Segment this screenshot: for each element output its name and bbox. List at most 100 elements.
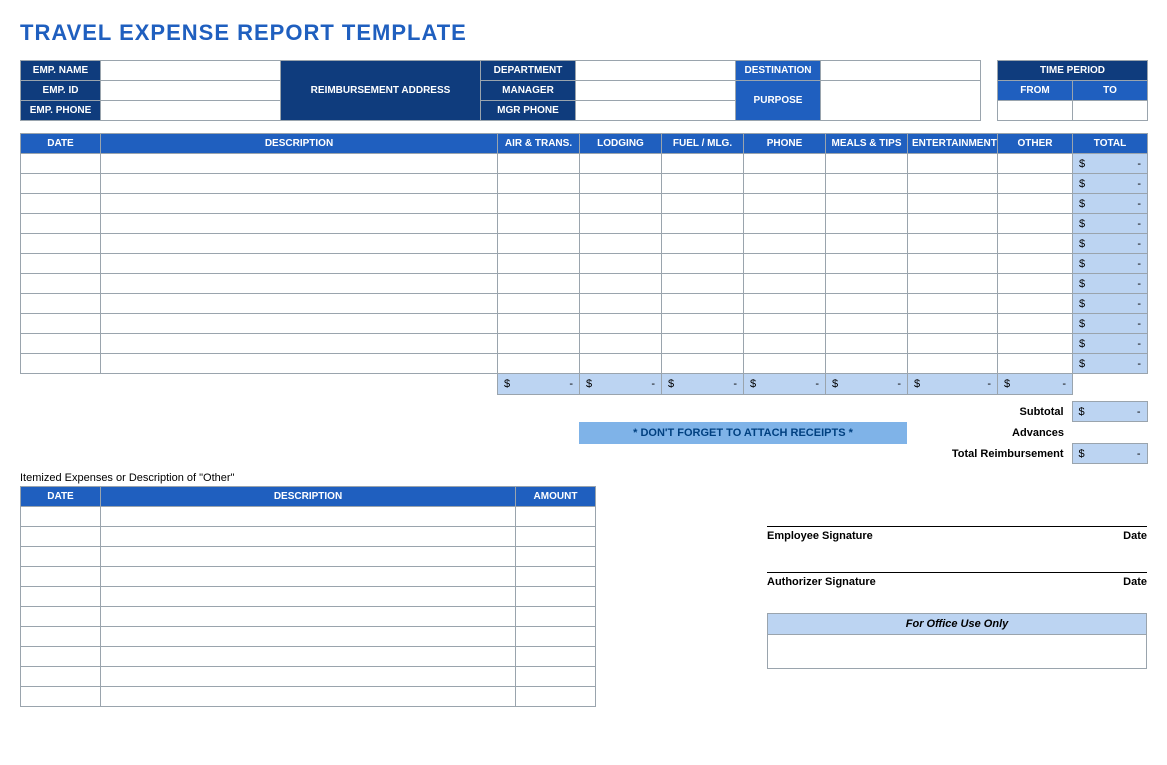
itemized-cell[interactable] [516, 507, 596, 527]
expense-cell[interactable] [101, 194, 498, 214]
itemized-cell[interactable] [516, 567, 596, 587]
expense-cell[interactable] [744, 234, 826, 254]
expense-cell[interactable] [21, 314, 101, 334]
itemized-cell[interactable] [101, 607, 516, 627]
expense-cell[interactable] [580, 314, 662, 334]
to-field[interactable] [1073, 101, 1148, 121]
expense-cell[interactable] [908, 194, 998, 214]
destination-field[interactable] [821, 61, 981, 81]
expense-cell[interactable] [662, 194, 744, 214]
expense-cell[interactable] [101, 154, 498, 174]
expense-cell[interactable] [662, 254, 744, 274]
expense-cell[interactable] [998, 214, 1073, 234]
emp-name-field[interactable] [101, 61, 281, 81]
itemized-cell[interactable] [21, 627, 101, 647]
expense-cell[interactable] [998, 194, 1073, 214]
expense-cell[interactable] [998, 274, 1073, 294]
expense-cell[interactable] [498, 194, 580, 214]
itemized-cell[interactable] [21, 667, 101, 687]
expense-cell[interactable] [498, 314, 580, 334]
purpose-field[interactable] [821, 81, 981, 121]
department-field[interactable] [576, 61, 736, 81]
expense-cell[interactable] [826, 154, 908, 174]
expense-cell[interactable] [498, 254, 580, 274]
expense-cell[interactable] [908, 334, 998, 354]
expense-cell[interactable] [580, 154, 662, 174]
expense-cell[interactable] [101, 214, 498, 234]
expense-cell[interactable] [744, 274, 826, 294]
expense-cell[interactable] [21, 234, 101, 254]
expense-cell[interactable] [998, 314, 1073, 334]
expense-cell[interactable] [908, 274, 998, 294]
expense-cell[interactable] [101, 334, 498, 354]
mgr-phone-field[interactable] [576, 101, 736, 121]
expense-cell[interactable] [21, 354, 101, 374]
expense-cell[interactable] [744, 154, 826, 174]
itemized-cell[interactable] [516, 587, 596, 607]
itemized-cell[interactable] [21, 547, 101, 567]
itemized-cell[interactable] [516, 627, 596, 647]
expense-cell[interactable] [744, 294, 826, 314]
expense-cell[interactable] [908, 154, 998, 174]
expense-cell[interactable] [101, 174, 498, 194]
itemized-cell[interactable] [21, 607, 101, 627]
itemized-cell[interactable] [516, 607, 596, 627]
itemized-cell[interactable] [516, 527, 596, 547]
expense-cell[interactable] [580, 214, 662, 234]
emp-id-field[interactable] [101, 81, 281, 101]
expense-cell[interactable] [826, 194, 908, 214]
expense-cell[interactable] [826, 254, 908, 274]
expense-cell[interactable] [826, 354, 908, 374]
expense-cell[interactable] [580, 254, 662, 274]
expense-cell[interactable] [826, 334, 908, 354]
expense-cell[interactable] [498, 154, 580, 174]
itemized-cell[interactable] [101, 627, 516, 647]
expense-cell[interactable] [580, 294, 662, 314]
expense-cell[interactable] [101, 294, 498, 314]
itemized-cell[interactable] [516, 687, 596, 707]
itemized-cell[interactable] [101, 527, 516, 547]
expense-cell[interactable] [101, 254, 498, 274]
expense-cell[interactable] [662, 174, 744, 194]
manager-field[interactable] [576, 81, 736, 101]
expense-cell[interactable] [580, 274, 662, 294]
itemized-cell[interactable] [516, 647, 596, 667]
expense-cell[interactable] [744, 214, 826, 234]
expense-cell[interactable] [826, 314, 908, 334]
expense-cell[interactable] [101, 274, 498, 294]
expense-cell[interactable] [908, 314, 998, 334]
emp-phone-field[interactable] [101, 101, 281, 121]
expense-cell[interactable] [580, 234, 662, 254]
expense-cell[interactable] [498, 274, 580, 294]
expense-cell[interactable] [662, 294, 744, 314]
expense-cell[interactable] [826, 234, 908, 254]
from-field[interactable] [998, 101, 1073, 121]
expense-cell[interactable] [498, 294, 580, 314]
expense-cell[interactable] [998, 174, 1073, 194]
expense-cell[interactable] [498, 334, 580, 354]
itemized-cell[interactable] [21, 647, 101, 667]
expense-cell[interactable] [826, 274, 908, 294]
expense-cell[interactable] [580, 174, 662, 194]
expense-cell[interactable] [744, 314, 826, 334]
expense-cell[interactable] [101, 354, 498, 374]
expense-cell[interactable] [662, 334, 744, 354]
expense-cell[interactable] [101, 234, 498, 254]
expense-cell[interactable] [498, 234, 580, 254]
expense-cell[interactable] [908, 214, 998, 234]
itemized-cell[interactable] [516, 547, 596, 567]
expense-cell[interactable] [998, 334, 1073, 354]
itemized-cell[interactable] [101, 687, 516, 707]
expense-cell[interactable] [662, 274, 744, 294]
expense-cell[interactable] [998, 254, 1073, 274]
expense-cell[interactable] [826, 294, 908, 314]
expense-cell[interactable] [744, 194, 826, 214]
expense-cell[interactable] [998, 294, 1073, 314]
itemized-cell[interactable] [21, 527, 101, 547]
expense-cell[interactable] [580, 194, 662, 214]
expense-cell[interactable] [908, 234, 998, 254]
expense-cell[interactable] [498, 354, 580, 374]
expense-cell[interactable] [662, 154, 744, 174]
expense-cell[interactable] [908, 254, 998, 274]
itemized-cell[interactable] [21, 567, 101, 587]
